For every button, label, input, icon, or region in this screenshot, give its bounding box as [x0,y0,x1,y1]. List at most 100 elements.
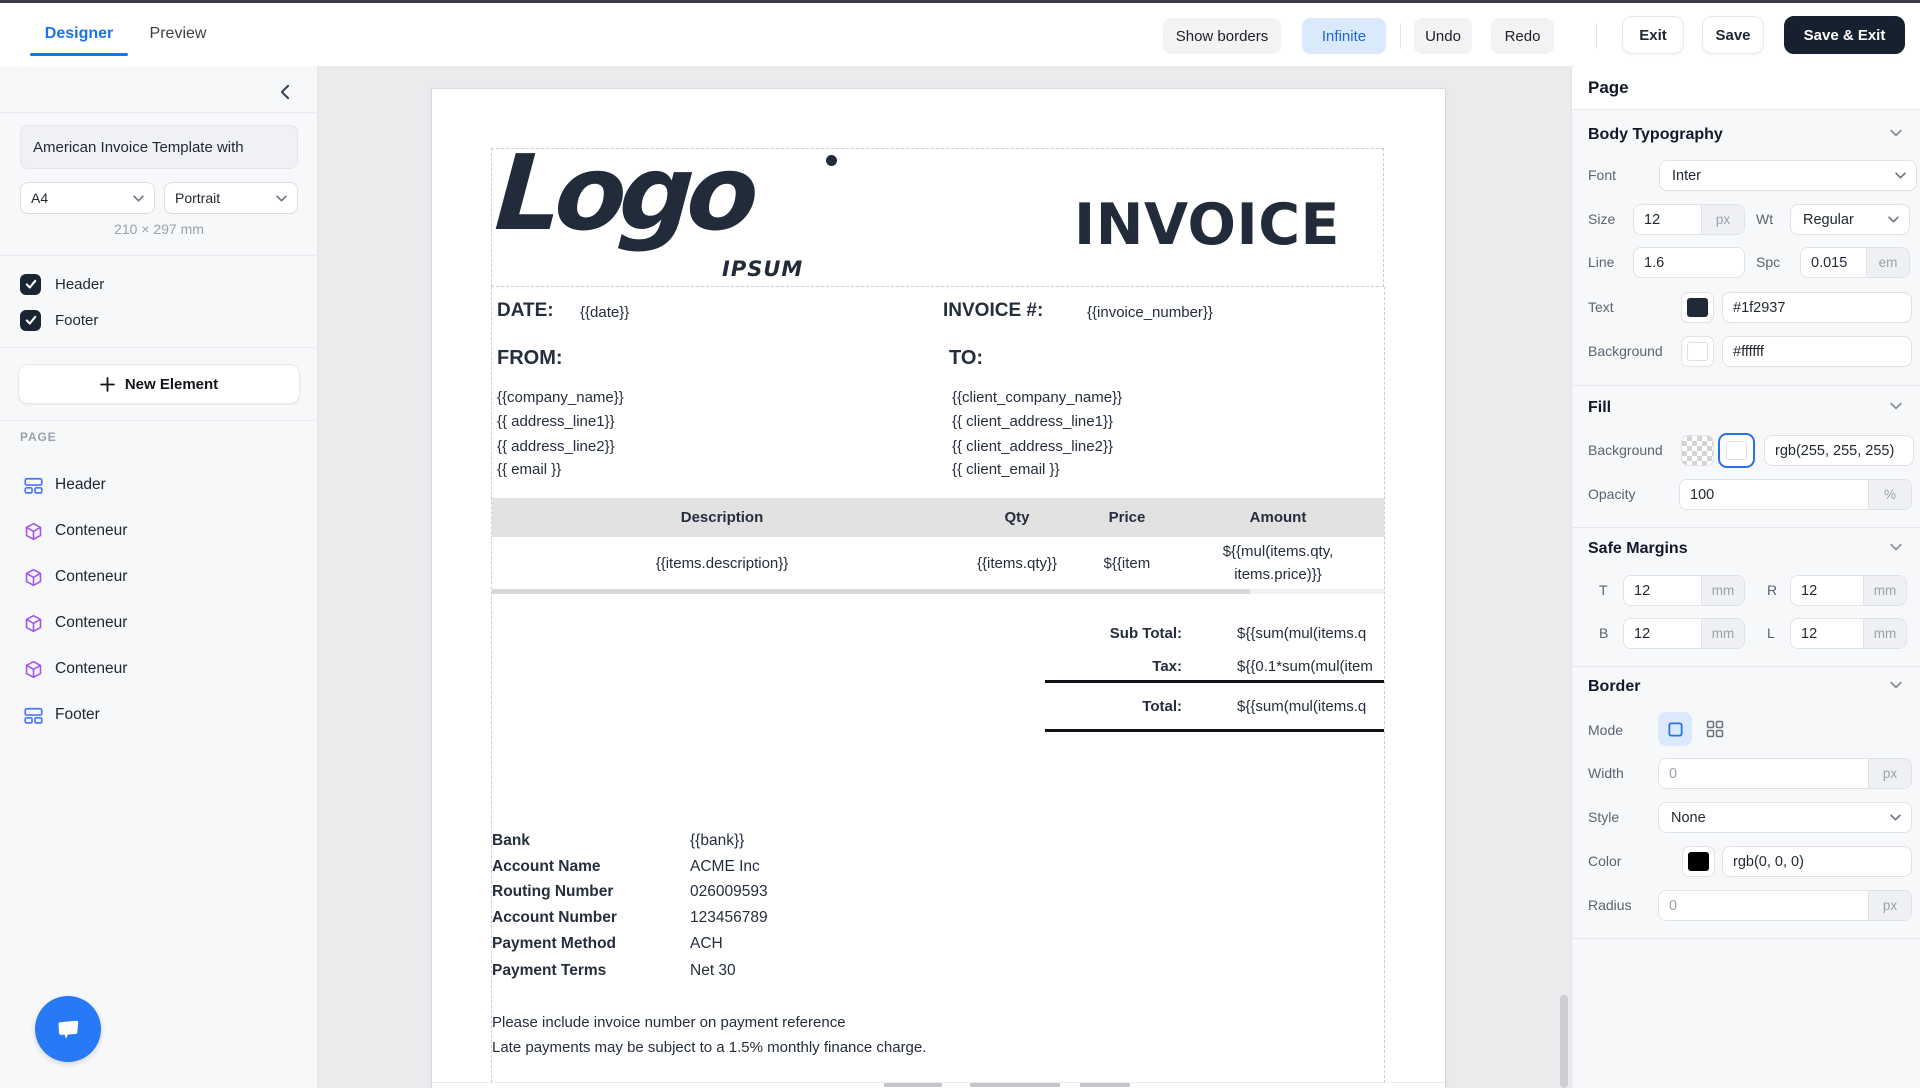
payment-method-value[interactable]: ACH [690,935,723,953]
from-label[interactable]: FROM: [497,347,563,370]
sidebar-collapse-button[interactable] [273,80,297,104]
fill-bg-input[interactable]: rgb(255, 255, 255) [1764,435,1914,466]
chevron-down-icon[interactable] [1890,681,1902,689]
orientation-select[interactable]: Portrait [164,182,298,214]
total-label[interactable]: Total: [1022,698,1182,715]
opacity-input[interactable]: 100 % [1679,479,1912,510]
redo-button[interactable]: Redo [1491,18,1554,54]
payment-method-label[interactable]: Payment Method [492,935,616,953]
margin-top-input[interactable]: 12 mm [1623,575,1745,606]
text-color-swatch[interactable] [1681,292,1714,323]
account-name-value[interactable]: ACME Inc [690,858,760,876]
tab-designer[interactable]: Designer [30,15,128,53]
subtotal-label[interactable]: Sub Total: [1022,625,1182,642]
text-color-input[interactable]: #1f2937 [1722,292,1912,323]
date-label[interactable]: DATE: [497,300,554,322]
top-toolbar: Designer Preview Show borders Infinite U… [0,3,1920,66]
layer-item-container[interactable]: Conteneur [0,554,318,600]
show-borders-button[interactable]: Show borders [1163,18,1281,54]
items-table-row[interactable]: {{items.description}} {{items.qty}} ${{i… [492,537,1384,589]
text-bg-input[interactable]: #ffffff [1722,336,1912,367]
from-address2[interactable]: {{ address_line2}} [497,438,615,455]
right-margin-guide [1384,287,1385,1083]
chevron-down-icon[interactable] [1890,129,1902,137]
payment-note-1[interactable]: Please include invoice number on payment… [492,1014,846,1031]
invoice-number-value[interactable]: {{invoice_number}} [1087,304,1213,321]
tab-preview[interactable]: Preview [143,15,213,53]
to-address2[interactable]: {{ client_address_line2}} [952,438,1113,455]
border-mode-all-button[interactable] [1658,712,1692,746]
scrollbar-thumb[interactable] [492,589,1250,594]
margin-bottom-input[interactable]: 12 mm [1623,618,1745,649]
weight-select[interactable]: Regular [1790,204,1910,235]
payment-terms-value[interactable]: Net 30 [690,962,736,980]
design-canvas[interactable]: Logo IPSUM INVOICE DATE: {{date}} INVOIC… [318,66,1571,1088]
routing-number-label[interactable]: Routing Number [492,883,613,901]
transparency-checker-swatch[interactable] [1681,435,1714,466]
bank-label[interactable]: Bank [492,832,530,850]
bank-value[interactable]: {{bank}} [690,832,744,850]
layer-item-footer[interactable]: Footer [0,692,318,738]
cube-icon [24,614,43,633]
border-color-swatch[interactable] [1682,846,1715,877]
to-label[interactable]: TO: [949,347,983,370]
border-style-select[interactable]: None [1658,802,1912,833]
layer-item-container[interactable]: Conteneur [0,600,318,646]
font-select[interactable]: Inter [1659,160,1917,191]
checkbox-checked-icon [20,310,41,331]
logo-element[interactable]: Logo IPSUM [496,153,841,283]
to-email[interactable]: {{ client_email }} [952,461,1060,478]
account-name-label[interactable]: Account Name [492,858,601,876]
subtotal-value[interactable]: ${{sum(mul(items.q [1237,625,1384,642]
border-radius-input[interactable]: 0 px [1658,890,1912,921]
tax-label[interactable]: Tax: [1022,658,1182,675]
toolbar-separator [1596,23,1597,49]
new-element-button[interactable]: New Element [18,364,300,404]
save-and-exit-button[interactable]: Save & Exit [1784,16,1905,54]
border-width-input[interactable]: 0 px [1658,758,1912,789]
invoice-number-label[interactable]: INVOICE #: [943,300,1043,322]
exit-button[interactable]: Exit [1622,16,1684,54]
text-bg-swatch[interactable] [1681,336,1714,367]
save-button[interactable]: Save [1702,16,1764,54]
to-address1[interactable]: {{ client_address_line1}} [952,413,1113,430]
tax-value[interactable]: ${{0.1*sum(mul(item [1237,658,1384,675]
from-company[interactable]: {{company_name}} [497,389,624,406]
date-value[interactable]: {{date}} [580,304,629,321]
items-table-header[interactable]: Description Qty Price Amount [492,498,1384,537]
routing-number-value[interactable]: 026009593 [690,883,768,901]
layer-item-container[interactable]: Conteneur [0,508,318,554]
margin-left-input[interactable]: 12 mm [1790,618,1907,649]
fill-bg-swatch-selected[interactable] [1720,435,1753,466]
undo-button[interactable]: Undo [1414,18,1472,54]
chevron-down-icon[interactable] [1890,543,1902,551]
chevron-down-icon[interactable] [1890,402,1902,410]
from-address1[interactable]: {{ address_line1}} [497,413,615,430]
size-input[interactable]: 12 px [1633,204,1745,235]
infinite-toggle-button[interactable]: Infinite [1302,18,1386,54]
payment-note-2[interactable]: Late payments may be subject to a 1.5% m… [492,1039,926,1056]
invoice-title[interactable]: INVOICE [1074,197,1340,254]
cube-icon [24,522,43,541]
invoice-page[interactable]: Logo IPSUM INVOICE DATE: {{date}} INVOIC… [432,89,1445,1088]
footer-toggle[interactable]: Footer [20,308,98,332]
from-email[interactable]: {{ email }} [497,461,561,478]
margin-right-input[interactable]: 12 mm [1790,575,1907,606]
letter-spacing-input[interactable]: 0.015 em [1800,247,1910,278]
chat-widget-button[interactable] [35,996,101,1062]
payment-terms-label[interactable]: Payment Terms [492,962,606,980]
header-toggle[interactable]: Header [20,272,104,296]
account-number-label[interactable]: Account Number [492,909,617,927]
template-name-input[interactable] [20,125,298,169]
layer-item-header[interactable]: Header [0,462,318,508]
line-height-input[interactable]: 1.6 [1633,247,1745,278]
total-value[interactable]: ${{sum(mul(items.q [1237,698,1384,715]
canvas-vertical-scrollbar[interactable] [1560,995,1568,1088]
border-color-input[interactable]: rgb(0, 0, 0) [1722,846,1912,877]
page-size-select[interactable]: A4 [20,182,155,214]
table-horizontal-scrollbar[interactable] [492,589,1384,594]
account-number-value[interactable]: 123456789 [690,909,768,927]
to-company[interactable]: {{client_company_name}} [952,389,1122,406]
border-mode-sides-button[interactable] [1698,712,1732,746]
layer-item-container[interactable]: Conteneur [0,646,318,692]
